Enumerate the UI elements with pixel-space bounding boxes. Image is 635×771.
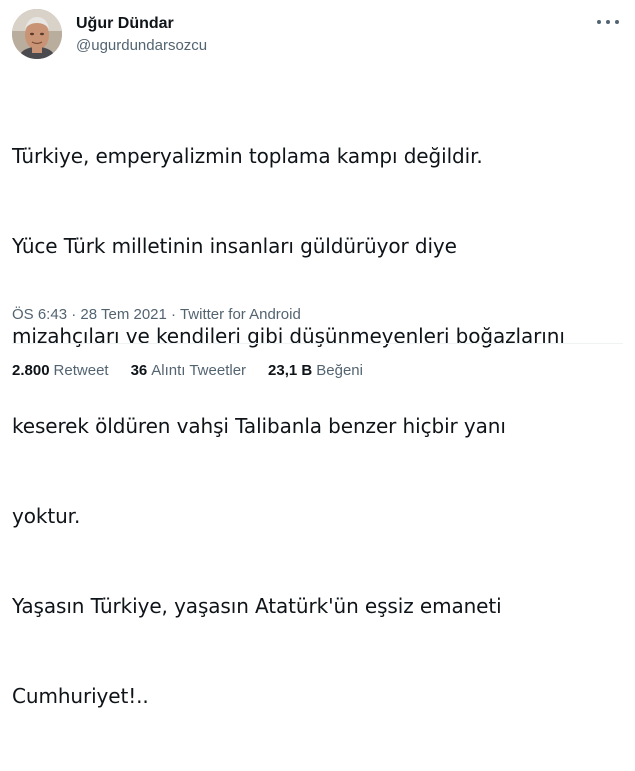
- likes-stat[interactable]: 23,1 B Beğeni: [268, 361, 363, 381]
- profile-photo-icon: [12, 9, 62, 59]
- more-horizontal-icon: [597, 20, 601, 24]
- avatar[interactable]: [12, 9, 62, 59]
- retweets-label: Retweet: [53, 362, 109, 379]
- author-handle[interactable]: @ugurdundarsozcu: [76, 36, 207, 55]
- meta-separator: ·: [71, 306, 77, 323]
- tweet-meta: ÖS 6:43 · 28 Tem 2021 · Twitter for Andr…: [12, 305, 301, 325]
- meta-separator: ·: [171, 306, 177, 323]
- tweet-stats: 2.800 Retweet 36 Alıntı Tweetler 23,1 B Beğ…: [12, 361, 385, 381]
- quote-tweets-stat[interactable]: 36 Alıntı Tweetler: [131, 361, 246, 381]
- tweet-text-line: mizahçıları ve kendileri gibi düşünmeyen…: [12, 324, 565, 348]
- tweet-text-line: yoktur.: [12, 504, 81, 528]
- author-display-name[interactable]: Uğur Dündar: [76, 14, 207, 33]
- tweet-time: ÖS 6:43: [12, 306, 68, 323]
- retweets-count: 2.800: [12, 362, 50, 379]
- more-horizontal-icon: [606, 20, 610, 24]
- tweet-date: 28 Tem 2021: [80, 306, 167, 323]
- tweet-source-link[interactable]: Twitter for Android: [180, 306, 301, 323]
- tweet-text-line: keserek öldüren vahşi Talibanla benzer h…: [12, 414, 506, 438]
- tweet-text-line: Türkiye, emperyalizmin toplama kampı değ…: [12, 144, 483, 168]
- quotes-label: Alıntı Tweetler: [151, 362, 247, 379]
- retweets-stat[interactable]: 2.800 Retweet: [12, 361, 109, 381]
- quotes-count: 36: [130, 362, 148, 379]
- tweet-time-link[interactable]: ÖS 6:43 · 28 Tem 2021: [12, 306, 167, 323]
- tweet-text-line: Yüce Türk milletinin insanları güldürüyo…: [12, 234, 457, 258]
- more-options-button[interactable]: [597, 12, 619, 32]
- tweet-card: Uğur Dündar @ugurdundarsozcu Türkiye, em…: [0, 0, 635, 708]
- author-block: Uğur Dündar @ugurdundarsozcu: [76, 14, 207, 55]
- tweet-text-line: Cumhuriyet!..: [12, 684, 149, 708]
- likes-count: 23,1 B: [268, 362, 313, 379]
- tweet-text: Türkiye, emperyalizmin toplama kampı değ…: [12, 81, 624, 771]
- likes-label: Beğeni: [316, 362, 363, 379]
- tweet-text-line: Yaşasın Türkiye, yaşasın Atatürk'ün eşsi…: [12, 594, 502, 618]
- divider: [12, 343, 623, 344]
- more-horizontal-icon: [615, 20, 619, 24]
